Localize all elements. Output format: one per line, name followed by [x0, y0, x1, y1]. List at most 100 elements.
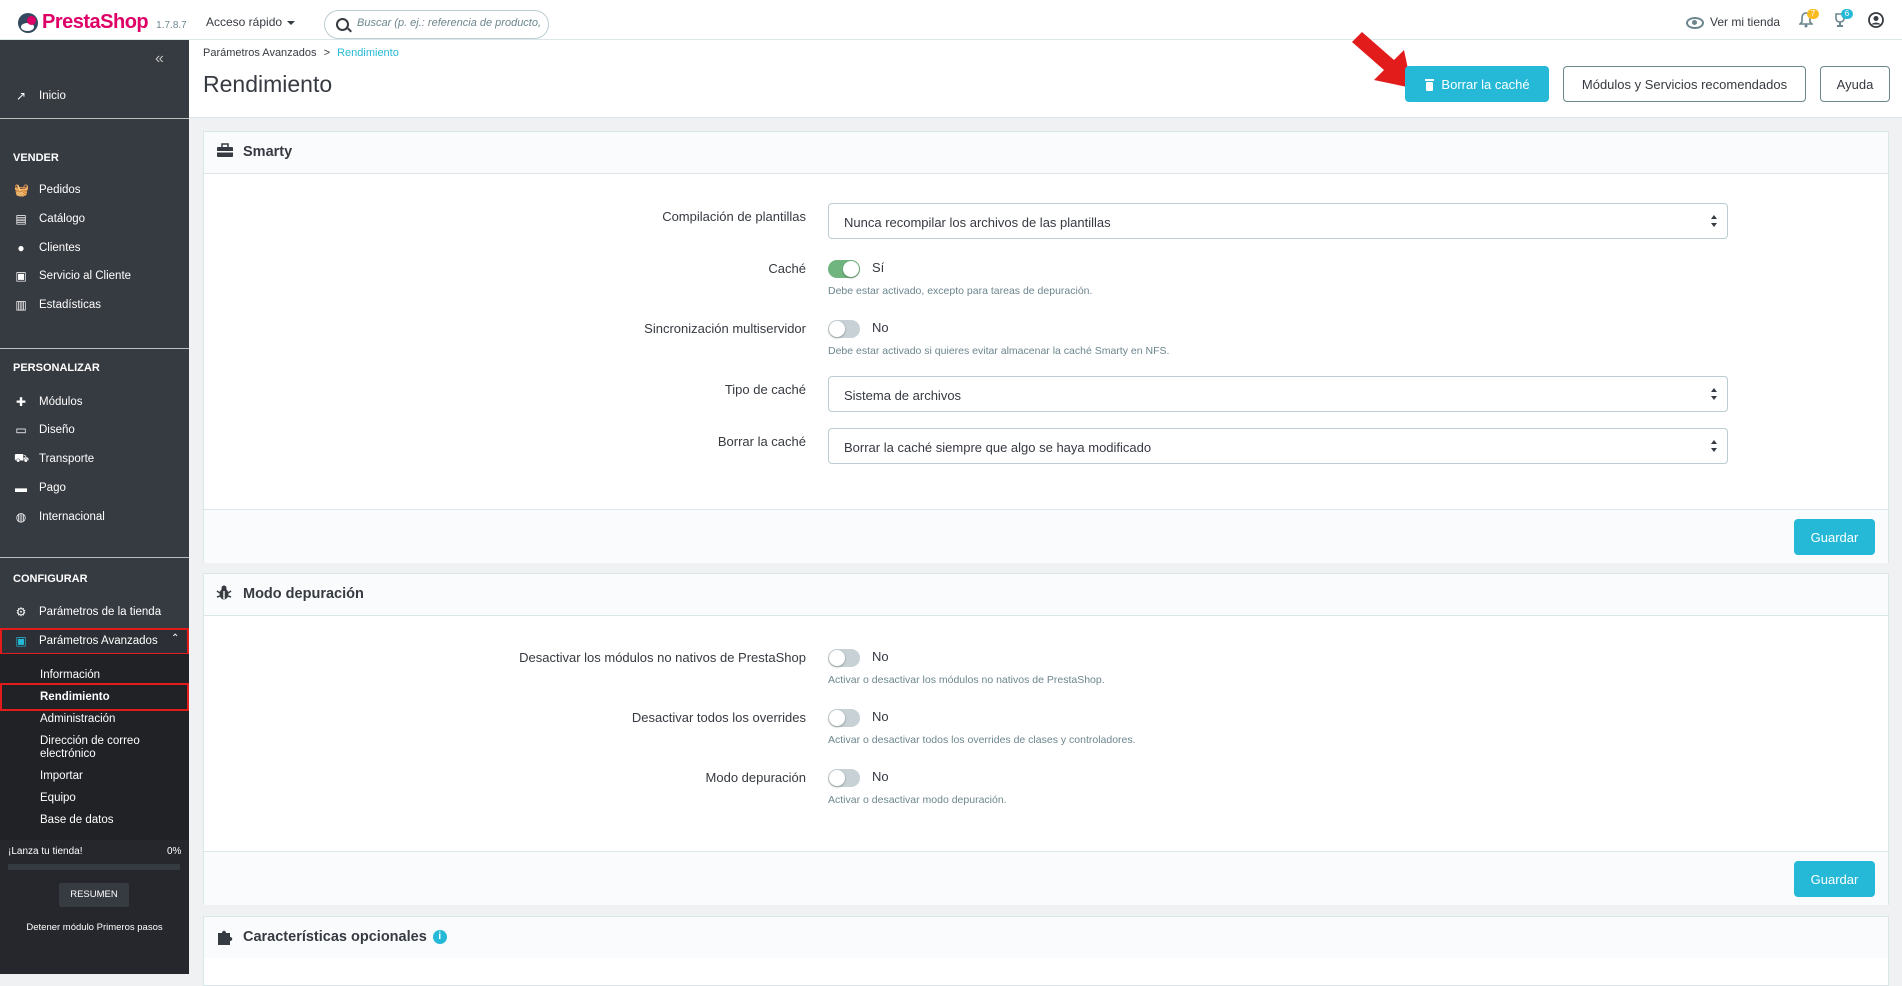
submenu-item-import[interactable]: Importar: [40, 770, 83, 782]
caret-down-icon: [287, 20, 296, 25]
nonnative-label: Desactivar los módulos no nativos de Pre…: [519, 650, 806, 665]
trophy-icon[interactable]: 6: [1832, 9, 1853, 28]
clear-cache-button[interactable]: Borrar la caché: [1405, 66, 1549, 102]
section-sell: VENDER: [13, 152, 59, 164]
search-icon: [336, 18, 349, 31]
multiserver-toggle[interactable]: [828, 320, 860, 338]
debug-panel: Modo depuración Desactivar los módulos n…: [203, 573, 1889, 905]
notifications-bell-icon[interactable]: 7: [1798, 9, 1819, 28]
sidebar-item-shipping[interactable]: ⛟ Transporte: [0, 447, 189, 471]
submenu-item-email-line2[interactable]: electrónico: [40, 748, 96, 760]
breadcrumb-current[interactable]: Rendimiento: [337, 47, 399, 59]
clear-cache-label-field: Borrar la caché: [717, 434, 806, 449]
optional-features-title: Características opcionales i: [243, 929, 447, 945]
globe-icon: ◍: [15, 510, 27, 524]
submenu-item-administration[interactable]: Administración: [40, 713, 115, 725]
debug-save-button[interactable]: Guardar: [1794, 861, 1875, 897]
sidebar-item-home[interactable]: ↗ Inicio: [0, 84, 189, 108]
overrides-label: Desactivar todos los overrides: [631, 710, 806, 725]
cache-toggle-state: Sí: [872, 260, 885, 275]
sidebar-divider: [0, 348, 189, 349]
compile-select[interactable]: Nunca recompilar los archivos de las pla…: [828, 203, 1728, 239]
overrides-toggle-state: No: [872, 709, 889, 724]
submenu-item-information[interactable]: Información: [40, 669, 100, 681]
sidebar-item-payment[interactable]: ▬ Pago: [0, 476, 189, 500]
optional-features-title-text: Características opcionales: [243, 929, 427, 945]
cache-type-select-value: Sistema de archivos: [844, 388, 962, 403]
multiserver-label: Sincronización multiservidor: [644, 321, 806, 336]
nonnative-help: Activar o desactivar los módulos no nati…: [828, 674, 1105, 686]
sidebar-item-orders[interactable]: 🧺 Pedidos: [0, 178, 189, 202]
sidebar-item-catalog[interactable]: ▤ Catálogo: [0, 207, 189, 231]
sidebar-item-stats[interactable]: ▥ Estadísticas: [0, 293, 189, 317]
sidebar-item-customer-service[interactable]: ▣ Servicio al Cliente: [0, 264, 189, 288]
view-store-link[interactable]: Ver mi tienda: [1686, 15, 1780, 29]
cache-help: Debe estar activado, excepto para tareas…: [828, 285, 1093, 297]
gear-icon: ⚙: [15, 605, 27, 619]
toggle-knob: [829, 650, 845, 666]
compile-label: Compilación de plantillas: [662, 209, 806, 224]
quick-access-dropdown[interactable]: Acceso rápido: [206, 15, 296, 29]
overrides-toggle[interactable]: [828, 709, 860, 727]
nonnative-toggle-state: No: [872, 649, 889, 664]
stop-module-link[interactable]: Detener módulo Primeros pasos: [0, 922, 189, 933]
clear-cache-select-value: Borrar la caché siempre que algo se haya…: [844, 440, 1152, 455]
multiserver-toggle-state: No: [872, 320, 889, 335]
smarty-save-button[interactable]: Guardar: [1794, 519, 1875, 555]
eye-icon: [1686, 16, 1704, 29]
submenu-item-team[interactable]: Equipo: [40, 792, 76, 804]
desktop-icon: ▭: [15, 423, 27, 437]
trending-icon: ↗: [15, 89, 27, 103]
toggle-knob: [829, 770, 845, 786]
multiserver-help: Debe estar activado si quieres evitar al…: [828, 345, 1170, 357]
info-icon[interactable]: i: [432, 930, 447, 945]
sidebar-item-customers[interactable]: ● Clientes: [0, 236, 189, 260]
debug-mode-label: Modo depuración: [705, 770, 806, 785]
puzzle-icon: [216, 928, 234, 951]
sidebar-item-modules[interactable]: ✚ Módulos: [0, 390, 189, 414]
select-arrows-icon: [1711, 215, 1719, 229]
debug-panel-footer: Guardar: [204, 851, 1888, 905]
user-account-icon[interactable]: [1868, 12, 1884, 28]
optional-features-panel: Características opcionales i: [203, 916, 1889, 986]
sidebar-item-label: Estadísticas: [39, 299, 101, 311]
prestashop-logo[interactable]: PrestaShop 1.7.8.7: [18, 11, 187, 34]
cache-type-select[interactable]: Sistema de archivos: [828, 376, 1728, 412]
sidebar-item-label: Pago: [39, 482, 66, 494]
recommended-modules-button[interactable]: Módulos y Servicios recomendados: [1563, 66, 1806, 102]
search-input[interactable]: [355, 16, 544, 30]
sidebar-item-label: Parámetros de la tienda: [39, 606, 162, 618]
submenu-item-database[interactable]: Base de datos: [40, 814, 114, 826]
logo-text: PrestaShop: [42, 11, 149, 33]
smarty-panel: Smarty Compilación de plantillas Nunca r…: [203, 131, 1889, 563]
help-button[interactable]: Ayuda: [1820, 66, 1890, 102]
sidebar-item-design[interactable]: ▭ Diseño: [0, 418, 189, 442]
debug-mode-toggle[interactable]: [828, 769, 860, 787]
sidebar-item-shop-parameters[interactable]: ⚙ Parámetros de la tienda: [0, 600, 189, 624]
clear-cache-label: Borrar la caché: [1441, 76, 1530, 92]
quick-access-label: Acceso rápido: [206, 15, 283, 29]
trophy-badge: 6: [1841, 9, 1853, 19]
sidebar-item-label: Clientes: [39, 242, 81, 254]
cache-toggle[interactable]: [828, 260, 860, 278]
search-box[interactable]: [324, 10, 549, 39]
sidebar-item-label: Inicio: [39, 90, 66, 102]
view-store-label: Ver mi tienda: [1710, 15, 1781, 29]
toggle-knob: [843, 261, 859, 277]
collapse-sidebar-icon[interactable]: «: [155, 50, 164, 68]
version-label: 1.7.8.7: [156, 19, 187, 31]
summary-button[interactable]: RESUMEN: [59, 883, 129, 907]
basket-icon: 🧺: [14, 183, 29, 197]
account-circle-icon: ●: [17, 241, 25, 255]
debug-panel-title: Modo depuración: [243, 586, 364, 602]
breadcrumb-parent[interactable]: Parámetros Avanzados: [203, 47, 317, 59]
highlight-box-advanced: [0, 628, 189, 655]
cache-label: Caché: [768, 261, 806, 276]
sidebar-item-international[interactable]: ◍ Internacional: [0, 505, 189, 529]
nonnative-toggle[interactable]: [828, 649, 860, 667]
clear-cache-select[interactable]: Borrar la caché siempre que algo se haya…: [828, 428, 1728, 464]
launch-panel: ¡Lanza tu tienda! 0% RESUMEN Detener mód…: [0, 840, 189, 974]
truck-icon: ⛟: [14, 451, 30, 465]
submenu-item-email-line1[interactable]: Dirección de correo: [40, 735, 140, 747]
smarty-panel-footer: Guardar: [204, 509, 1888, 563]
